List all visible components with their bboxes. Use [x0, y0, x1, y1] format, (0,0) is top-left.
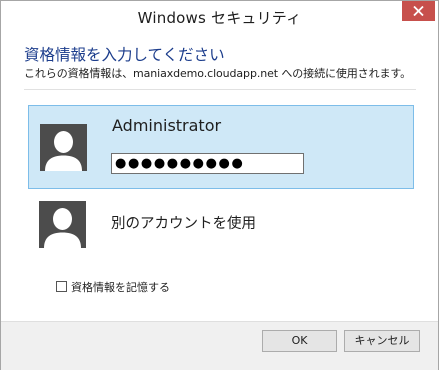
remember-credentials-label: 資格情報を記憶する: [71, 281, 170, 294]
dialog-description: これらの資格情報は、maniaxdemo.cloudapp.net への接続に使…: [24, 67, 412, 80]
close-button[interactable]: [402, 1, 435, 21]
credential-dialog: Windows セキュリティ 資格情報を入力してください これらの資格情報は、m…: [0, 0, 439, 370]
button-bar: OK キャンセル: [1, 321, 438, 370]
account-tile-administrator[interactable]: Administrator ●●●●●●●●●●: [28, 105, 414, 189]
dialog-heading: 資格情報を入力してください: [24, 46, 225, 64]
username-label: Administrator: [112, 116, 222, 135]
ok-button[interactable]: OK: [262, 330, 337, 352]
cancel-button[interactable]: キャンセル: [344, 330, 420, 352]
title-bar: Windows セキュリティ: [1, 1, 438, 33]
divider: [24, 89, 416, 90]
user-avatar-icon: [40, 124, 87, 171]
use-another-account-tile[interactable]: 別のアカウントを使用: [28, 194, 412, 254]
window-title: Windows セキュリティ: [137, 9, 302, 27]
use-another-account-label: 別のアカウントを使用: [111, 216, 256, 232]
user-avatar-icon: [39, 201, 86, 248]
remember-credentials-checkbox[interactable]: [56, 281, 67, 292]
password-field[interactable]: ●●●●●●●●●●: [111, 153, 304, 174]
close-icon: [413, 6, 424, 16]
